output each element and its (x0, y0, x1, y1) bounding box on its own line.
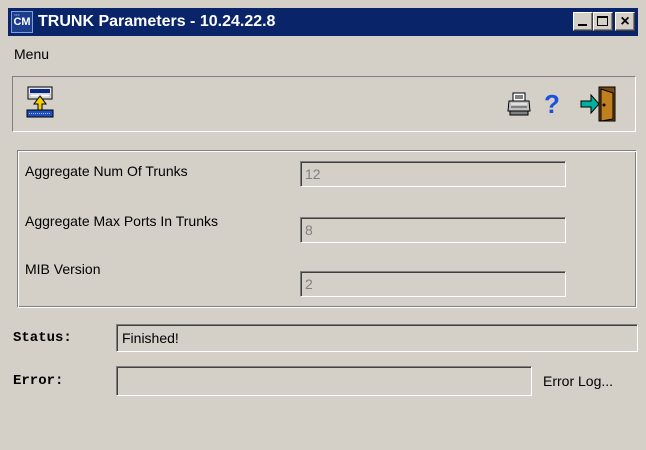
menu-item-menu[interactable]: Menu (14, 46, 49, 62)
app-icon: ⋅⋅⋅ CM (11, 11, 33, 33)
error-field (116, 366, 532, 396)
field-label-mib-version: MIB Version (25, 261, 101, 277)
status-label: Status: (13, 330, 72, 346)
mib-version-field: 2 (300, 271, 566, 297)
field-label-aggregate-num-of-trunks: Aggregate Num Of Trunks (25, 163, 188, 179)
window-title: TRUNK Parameters - 10.24.22.8 (38, 13, 276, 30)
aggregate-max-ports-field: 8 (300, 217, 566, 243)
minimize-icon (578, 24, 587, 26)
trunk-parameters-window: ⋅⋅⋅ CM TRUNK Parameters - 10.24.22.8 × M… (0, 0, 646, 450)
status-field: Finished! (116, 324, 638, 352)
error-label: Error: (13, 373, 64, 389)
toolbar: ? (12, 76, 636, 132)
upload-icon[interactable] (25, 85, 55, 119)
title-buttons: × (573, 12, 635, 31)
menu-bar: Menu (14, 46, 49, 66)
close-button[interactable]: × (615, 12, 635, 31)
print-icon[interactable] (506, 91, 532, 117)
minimize-button[interactable] (573, 12, 593, 31)
exit-icon[interactable] (579, 85, 619, 123)
title-bar[interactable]: ⋅⋅⋅ CM TRUNK Parameters - 10.24.22.8 × (8, 8, 638, 36)
field-label-aggregate-max-ports: Aggregate Max Ports In Trunks (25, 213, 218, 229)
close-icon: × (620, 13, 630, 30)
maximize-icon (597, 16, 608, 26)
help-icon[interactable]: ? (541, 89, 563, 119)
parameters-group: Aggregate Num Of Trunks 12 Aggregate Max… (17, 150, 637, 308)
error-log-link[interactable]: Error Log... (543, 373, 613, 389)
aggregate-num-of-trunks-field: 12 (300, 161, 566, 187)
app-icon-dots: ⋅⋅⋅ (14, 13, 20, 19)
maximize-button[interactable] (593, 12, 613, 31)
